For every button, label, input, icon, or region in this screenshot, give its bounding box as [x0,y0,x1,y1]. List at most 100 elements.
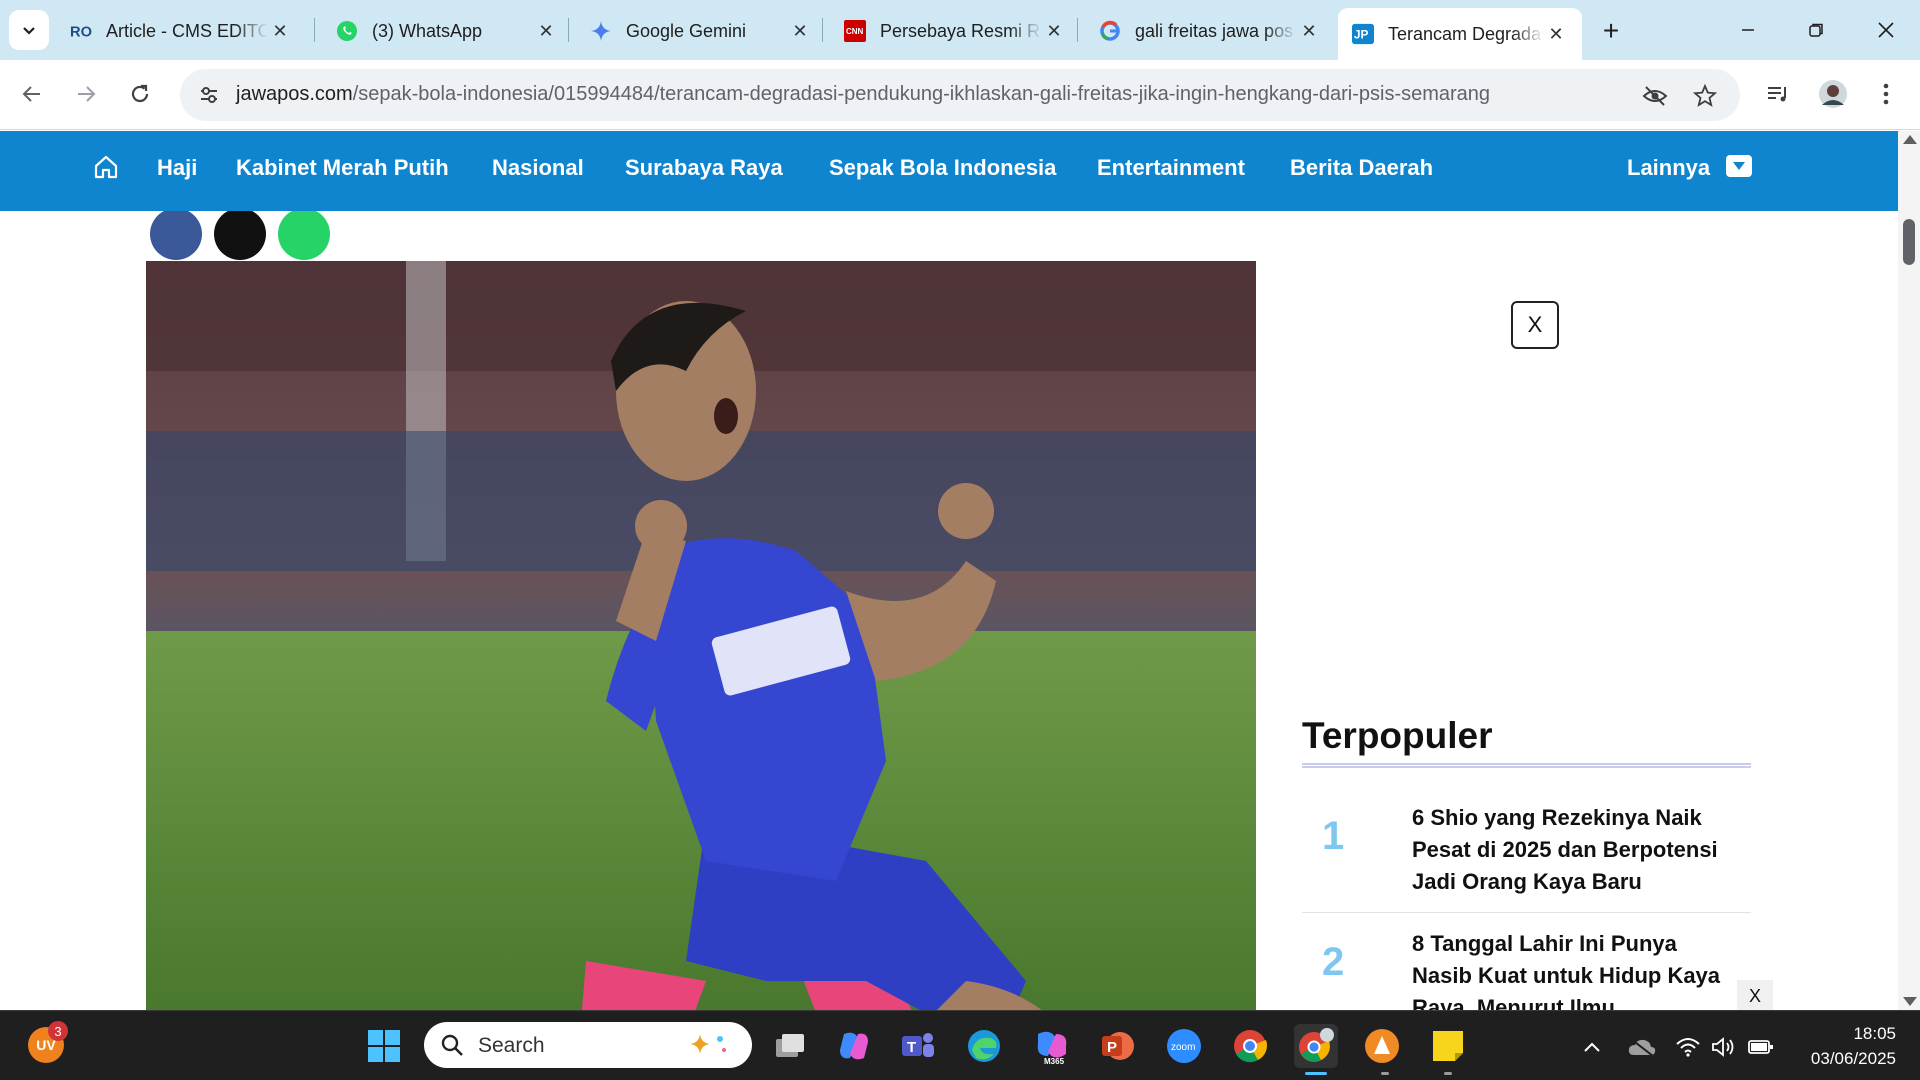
clock-date: 03/06/2025 [1810,1049,1896,1068]
svg-text:JP: JP [1354,28,1369,42]
nav-item-surabaya-raya[interactable]: Surabaya Raya [625,155,783,181]
svg-text:zoom: zoom [1171,1042,1195,1053]
sticky-notes-icon[interactable] [1426,1024,1470,1068]
vlc-icon[interactable] [1360,1024,1404,1068]
tab-title: Terancam Degradasi [1388,23,1544,44]
windows-taskbar: UV 3 Search T M365 P zoom 18:05 03/06/20… [0,1010,1920,1080]
new-tab-button[interactable]: + [1594,14,1628,48]
tab-persebaya[interactable]: CNN Persebaya Resmi Rekrut ✕ [830,8,1080,54]
plus-icon: + [1602,15,1620,46]
address-bar[interactable]: jawapos.com/sepak-bola-indonesia/0159944… [180,69,1740,121]
popular-headline[interactable]: 8 Tanggal Lahir Ini Punya Nasib Kuat unt… [1412,928,1742,1010]
tab-google-search[interactable]: gali freitas jawa pos ✕ [1085,8,1335,54]
back-arrow-icon [22,86,40,102]
site-info-icon[interactable] [194,80,224,110]
close-tab-icon[interactable]: ✕ [788,19,812,43]
forward-button[interactable] [68,76,104,112]
copilot-icon[interactable] [832,1024,876,1068]
minimize-button[interactable] [1726,10,1770,50]
task-view-icon[interactable] [768,1024,812,1068]
nav-item-haji[interactable]: Haji [157,155,197,181]
tab-cms[interactable]: RO Article - CMS EDITOR ✕ [56,8,306,54]
nav-item-kabinet-merah-putih[interactable]: Kabinet Merah Putih [236,155,449,181]
nav-item-nasional[interactable]: Nasional [492,155,584,181]
url-path: /sepak-bola-indonesia/015994484/terancam… [352,83,1491,105]
tab-separator [1077,18,1078,42]
chrome-profile-icon[interactable] [1294,1024,1338,1068]
sticky-ad-close-button[interactable]: X [1737,980,1773,1012]
back-button[interactable] [14,76,50,112]
profile-button[interactable] [1815,76,1851,112]
teams-icon[interactable]: T [896,1024,940,1068]
scroll-down-arrow-icon[interactable] [1903,997,1917,1006]
jawapos-icon: JP [1352,23,1374,45]
chevron-up-icon[interactable] [1578,1033,1606,1061]
start-button[interactable] [362,1024,406,1068]
popular-item[interactable]: 1 6 Shio yang Rezekinya Naik Pesat di 20… [1302,802,1751,902]
web-page: Haji Kabinet Merah Putih Nasional Suraba… [0,131,1898,1010]
powerpoint-icon[interactable]: P [1096,1024,1140,1068]
close-tab-icon[interactable]: ✕ [1544,22,1568,46]
ad-close-button[interactable]: X [1511,301,1559,349]
close-icon [1878,22,1894,38]
nav-item-berita-daerah[interactable]: Berita Daerah [1290,155,1433,181]
reload-button[interactable] [122,76,158,112]
tab-separator [568,18,569,42]
clock-time: 18:05 [1853,1024,1896,1043]
restore-button[interactable] [1794,10,1838,50]
tab-title: Article - CMS EDITOR [106,20,268,41]
tab-gemini[interactable]: Google Gemini ✕ [576,8,826,54]
zoom-icon[interactable]: zoom [1162,1024,1206,1068]
menu-button[interactable] [1868,76,1904,112]
article-hero-photo [146,261,1256,1010]
nav-item-entertainment[interactable]: Entertainment [1097,155,1245,181]
wifi-icon[interactable] [1674,1033,1702,1061]
caret-down-icon[interactable] [1726,155,1752,177]
cnn-icon: CNN [844,20,866,42]
url-text[interactable]: jawapos.com/sepak-bola-indonesia/0159944… [236,83,1490,106]
close-tab-icon[interactable]: ✕ [268,19,292,43]
popular-item[interactable]: 2 8 Tanggal Lahir Ini Punya Nasib Kuat u… [1302,928,1751,1010]
tab-jawapos-active[interactable]: JP Terancam Degradasi ✕ [1338,8,1582,60]
popular-title-divider [1302,763,1751,768]
google-icon [1099,20,1121,42]
eye-off-icon[interactable] [1640,81,1670,111]
running-indicator [1444,1072,1452,1075]
nav-item-sepak-bola-indonesia[interactable]: Sepak Bola Indonesia [829,155,1056,181]
page-scrollbar[interactable] [1898,131,1920,1010]
svg-text:T: T [907,1039,916,1056]
close-window-button[interactable] [1864,10,1908,50]
active-indicator [1305,1072,1327,1075]
playlist-icon [1768,87,1786,102]
tab-separator [314,18,315,42]
site-navbar: Haji Kabinet Merah Putih Nasional Suraba… [0,131,1898,211]
scroll-up-arrow-icon[interactable] [1903,135,1917,144]
svg-text:CNN: CNN [846,27,864,36]
tab-search-button[interactable] [9,10,49,50]
m365-icon[interactable]: M365 [1030,1024,1074,1068]
chrome-icon[interactable] [1228,1024,1272,1068]
system-clock[interactable]: 18:05 03/06/2025 [1786,1021,1896,1071]
nav-item-lainnya[interactable]: Lainnya [1627,155,1710,181]
bookmark-star-icon[interactable] [1690,81,1720,111]
onedrive-icon[interactable] [1626,1033,1658,1061]
popular-headline[interactable]: 6 Shio yang Rezekinya Naik Pesat di 2025… [1412,802,1742,898]
x-share-button[interactable] [214,208,266,260]
close-tab-icon[interactable]: ✕ [1042,19,1066,43]
svg-text:P: P [1107,1039,1117,1056]
taskbar-search-box[interactable]: Search [424,1022,752,1068]
edge-icon[interactable] [962,1024,1006,1068]
close-tab-icon[interactable]: ✕ [1297,19,1321,43]
whatsapp-share-button[interactable] [278,208,330,260]
gemini-icon [590,20,612,42]
popular-rank: 1 [1322,814,1345,858]
battery-icon[interactable] [1746,1033,1776,1061]
home-icon[interactable] [92,153,120,181]
media-control-button[interactable] [1760,76,1796,112]
volume-icon[interactable] [1710,1033,1738,1061]
facebook-share-button[interactable] [150,208,202,260]
scroll-thumb[interactable] [1903,219,1915,265]
tab-whatsapp[interactable]: (3) WhatsApp ✕ [322,8,572,54]
close-tab-icon[interactable]: ✕ [534,19,558,43]
cms-icon: RO [70,20,92,42]
